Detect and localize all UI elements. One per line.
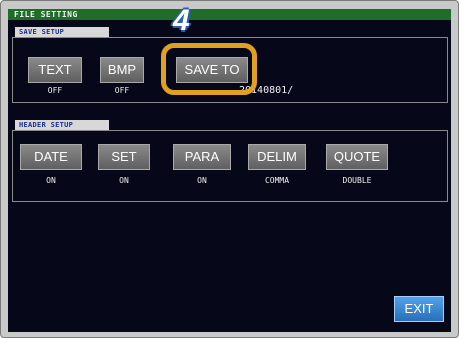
para-value: ON (197, 176, 207, 185)
header-setup-label: HEADER SETUP (15, 120, 109, 130)
text-value: OFF (47, 86, 63, 95)
text-button[interactable]: TEXT (28, 57, 82, 83)
save-setup-label: SAVE SETUP (15, 27, 109, 37)
delim-button[interactable]: DELIM (248, 144, 306, 170)
bmp-value: OFF (114, 86, 130, 95)
quote-value: DOUBLE (342, 176, 372, 185)
set-button[interactable]: SET (98, 144, 150, 170)
quote-button[interactable]: QUOTE (326, 144, 388, 170)
para-button[interactable]: PARA (173, 144, 231, 170)
step-number-badge: 4 (173, 4, 190, 37)
save-to-highlight-ring (161, 43, 257, 95)
bmp-button[interactable]: BMP (100, 57, 144, 83)
window-title: FILE SETTING (8, 9, 451, 20)
set-value: ON (119, 176, 129, 185)
date-button[interactable]: DATE (20, 144, 82, 170)
date-value: ON (46, 176, 56, 185)
delim-value: COMMA (264, 176, 290, 185)
exit-button[interactable]: EXIT (394, 296, 444, 322)
